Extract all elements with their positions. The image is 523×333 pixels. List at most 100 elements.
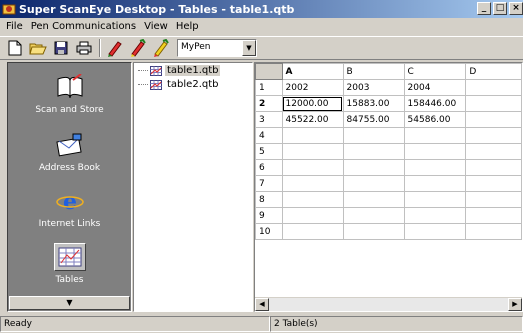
shortcut-label: Internet Links xyxy=(38,219,101,229)
row-header[interactable]: 6 xyxy=(255,159,283,176)
table-row: 6 xyxy=(255,159,522,176)
row-header[interactable]: 4 xyxy=(255,127,283,144)
pen-yellow-button[interactable] xyxy=(150,38,172,58)
table-cell[interactable]: 84755.00 xyxy=(342,111,405,128)
shortcut-label: Tables xyxy=(55,275,84,285)
table-cell[interactable] xyxy=(403,127,467,144)
table-cell[interactable] xyxy=(465,191,522,208)
table-cell[interactable]: 45522.00 xyxy=(281,111,344,128)
table-cell[interactable] xyxy=(281,159,344,176)
scroll-right-button[interactable]: ▶ xyxy=(508,298,522,311)
table-cell[interactable] xyxy=(342,127,405,144)
shortcut-label: Address Book xyxy=(38,163,101,173)
menu-view[interactable]: View xyxy=(140,21,172,32)
table-cell[interactable] xyxy=(281,207,344,224)
table-cell[interactable] xyxy=(465,143,522,160)
column-header[interactable]: B xyxy=(342,63,405,80)
table-cell[interactable] xyxy=(281,127,344,144)
table-cell[interactable] xyxy=(403,143,467,160)
table-row: 3 45522.00 84755.00 54586.00 xyxy=(255,111,522,128)
open-button[interactable] xyxy=(27,38,49,58)
row-header[interactable]: 3 xyxy=(255,111,283,128)
chevron-down-icon[interactable]: ▼ xyxy=(242,40,256,56)
table-cell[interactable] xyxy=(465,95,522,112)
row-header[interactable]: 2 xyxy=(255,95,283,112)
print-button[interactable] xyxy=(73,38,95,58)
pen-green-icon xyxy=(131,39,146,57)
toolbar-separator xyxy=(99,39,101,57)
column-header[interactable]: A xyxy=(281,63,344,80)
horizontal-scrollbar[interactable]: ◀ ▶ xyxy=(255,297,522,311)
table-cell[interactable] xyxy=(281,143,344,160)
pen-select-value: MyPen xyxy=(181,42,211,52)
table-cell[interactable] xyxy=(281,223,344,240)
menu-file[interactable]: File xyxy=(2,21,27,32)
pen-red-icon xyxy=(108,41,122,57)
table-cell[interactable]: 54586.00 xyxy=(403,111,467,128)
minimize-button[interactable]: _ xyxy=(477,2,491,15)
new-icon xyxy=(8,40,22,56)
table-cell[interactable] xyxy=(465,127,522,144)
tree-item-table1[interactable]: table1.qtb xyxy=(138,65,221,76)
table-cell[interactable]: 158446.00 xyxy=(403,95,467,112)
scroll-left-button[interactable]: ◀ xyxy=(255,298,269,311)
menu-pen-communications[interactable]: Pen Communications xyxy=(27,21,140,32)
table-cell[interactable]: 15883.00 xyxy=(342,95,405,112)
column-header[interactable]: D xyxy=(465,63,522,80)
shortcut-address-book[interactable]: Address Book xyxy=(8,131,131,173)
close-button[interactable]: × xyxy=(509,2,523,15)
table-cell[interactable] xyxy=(342,207,405,224)
table-cell[interactable] xyxy=(403,223,467,240)
table-cell[interactable]: 12000.00 xyxy=(281,95,344,112)
shortcut-internet-links[interactable]: e Internet Links xyxy=(8,187,131,229)
table-cell[interactable]: 2004 xyxy=(403,79,467,96)
table-cell[interactable] xyxy=(342,175,405,192)
table-cell[interactable]: 2002 xyxy=(281,79,344,96)
column-header[interactable]: C xyxy=(403,63,467,80)
shortcut-scan-and-store[interactable]: Scan and Store xyxy=(8,73,131,115)
maximize-button[interactable]: □ xyxy=(493,2,507,15)
grid-corner[interactable] xyxy=(255,63,283,80)
status-bar: Ready 2 Table(s) xyxy=(0,315,523,333)
menu-help[interactable]: Help xyxy=(172,21,203,32)
table-cell[interactable] xyxy=(403,159,467,176)
table-cell[interactable] xyxy=(465,79,522,96)
pen-red-button[interactable] xyxy=(104,38,126,58)
shortcut-label: Scan and Store xyxy=(35,105,104,115)
row-header[interactable]: 1 xyxy=(255,79,283,96)
pen-select[interactable]: MyPen ▼ xyxy=(177,39,257,57)
table-cell[interactable] xyxy=(281,175,344,192)
shortcut-tables[interactable]: Tables xyxy=(8,243,131,285)
table-row: 4 xyxy=(255,127,522,144)
new-button[interactable] xyxy=(4,38,26,58)
table-cell[interactable] xyxy=(465,159,522,176)
table-file-icon xyxy=(150,65,162,76)
table-cell[interactable] xyxy=(403,207,467,224)
table-cell[interactable] xyxy=(342,191,405,208)
table-cell[interactable] xyxy=(342,159,405,176)
table-cell[interactable] xyxy=(403,175,467,192)
table-cell[interactable] xyxy=(465,175,522,192)
table-cell[interactable] xyxy=(342,143,405,160)
row-header[interactable]: 8 xyxy=(255,191,283,208)
pen-green-button[interactable] xyxy=(127,38,149,58)
row-header[interactable]: 9 xyxy=(255,207,283,224)
table-cell[interactable] xyxy=(342,223,405,240)
table-cell[interactable] xyxy=(403,191,467,208)
row-header[interactable]: 7 xyxy=(255,175,283,192)
row-header[interactable]: 10 xyxy=(255,223,283,240)
shortcut-pane: Scan and Store Address Book e Internet L… xyxy=(7,62,132,312)
pen-yellow-icon xyxy=(154,39,169,57)
table-cell[interactable] xyxy=(465,223,522,240)
open-icon xyxy=(29,43,47,55)
table-row: 5 xyxy=(255,143,522,160)
table-cell[interactable] xyxy=(465,207,522,224)
tree-item-label: table1.qtb xyxy=(165,65,221,76)
tree-item-table2[interactable]: table2.qtb xyxy=(138,79,220,90)
save-button[interactable] xyxy=(50,38,72,58)
table-cell[interactable] xyxy=(281,191,344,208)
table-cell[interactable] xyxy=(465,111,522,128)
shortcut-scroll-down-button[interactable]: ▼ xyxy=(9,296,130,310)
row-header[interactable]: 5 xyxy=(255,143,283,160)
table-cell[interactable]: 2003 xyxy=(342,79,405,96)
